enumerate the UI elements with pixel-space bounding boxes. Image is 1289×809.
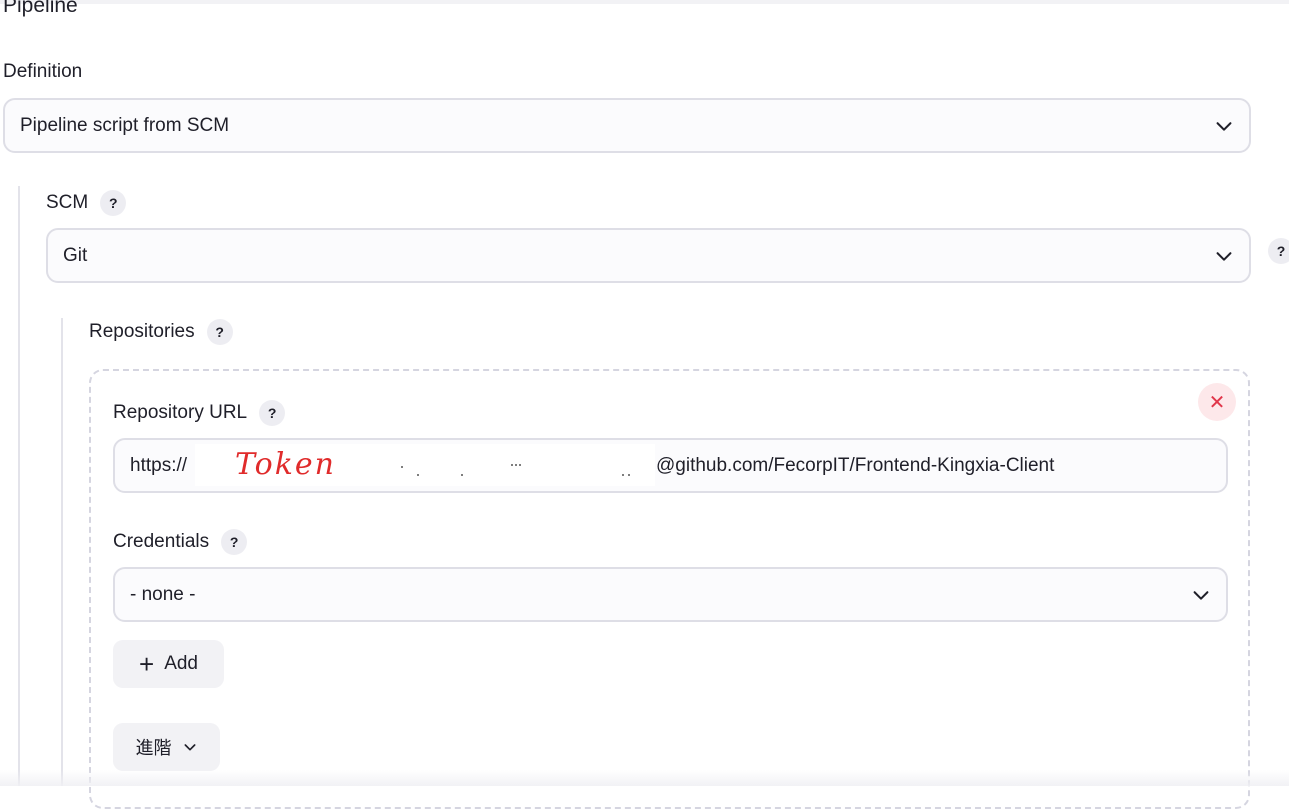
- top-bar: [0, 0, 1289, 4]
- repositories-help-icon[interactable]: ?: [206, 319, 233, 345]
- repository-url-help-icon[interactable]: ?: [259, 400, 286, 426]
- redaction-dot: [622, 474, 624, 476]
- token-annotation: Token: [235, 447, 336, 482]
- delete-repository-button[interactable]: ✕: [1198, 383, 1236, 421]
- repositories-nesting-line: [61, 318, 63, 786]
- repository-url-label: Repository URL ?: [113, 400, 286, 426]
- scm-select[interactable]: Git: [46, 228, 1251, 283]
- section-title: Pipeline: [3, 0, 78, 17]
- plus-icon: +: [139, 649, 155, 679]
- redaction-dot: [401, 466, 403, 468]
- advanced-button[interactable]: 進階: [113, 723, 220, 771]
- redaction-dot: [515, 464, 517, 466]
- repositories-label: Repositories ?: [89, 319, 233, 345]
- close-icon: ✕: [1208, 391, 1226, 414]
- credentials-label: Credentials ?: [113, 529, 248, 555]
- repository-url-label-text: Repository URL: [113, 402, 248, 423]
- chevron-down-icon: [184, 744, 195, 751]
- credentials-selected-value: - none -: [130, 583, 196, 605]
- definition-label: Definition: [3, 61, 82, 83]
- repository-url-suffix: @github.com/FecorpIT/Frontend-Kingxia-Cl…: [656, 454, 1055, 476]
- redaction-dot: [511, 464, 513, 466]
- scm-side-help-icon[interactable]: ?: [1268, 238, 1289, 264]
- chevron-down-icon: [1216, 251, 1232, 261]
- definition-select[interactable]: Pipeline script from SCM: [3, 98, 1251, 153]
- repository-url-prefix: https://: [130, 454, 188, 476]
- credentials-help-icon[interactable]: ?: [221, 529, 248, 555]
- redaction-dot: [519, 464, 521, 466]
- bottom-fade: [0, 770, 1289, 786]
- scm-label: SCM ?: [46, 190, 127, 216]
- repositories-label-text: Repositories: [89, 321, 195, 342]
- add-credentials-button[interactable]: + Add: [113, 640, 224, 688]
- credentials-label-text: Credentials: [113, 531, 210, 552]
- redaction-dot: [417, 474, 419, 476]
- advanced-button-label: 進階: [135, 738, 172, 759]
- chevron-down-icon: [1216, 121, 1232, 131]
- scm-selected-value: Git: [63, 244, 88, 266]
- definition-label-text: Definition: [3, 61, 83, 82]
- scm-help-icon[interactable]: ?: [100, 190, 127, 216]
- chevron-down-icon: [1193, 590, 1209, 600]
- add-button-label: Add: [164, 653, 198, 674]
- scm-nesting-line: [18, 186, 20, 786]
- redaction-dot: [628, 474, 630, 476]
- redaction-dot: [461, 474, 463, 476]
- definition-selected-value: Pipeline script from SCM: [20, 114, 230, 136]
- credentials-select[interactable]: - none -: [113, 567, 1228, 622]
- scm-label-text: SCM: [46, 192, 89, 213]
